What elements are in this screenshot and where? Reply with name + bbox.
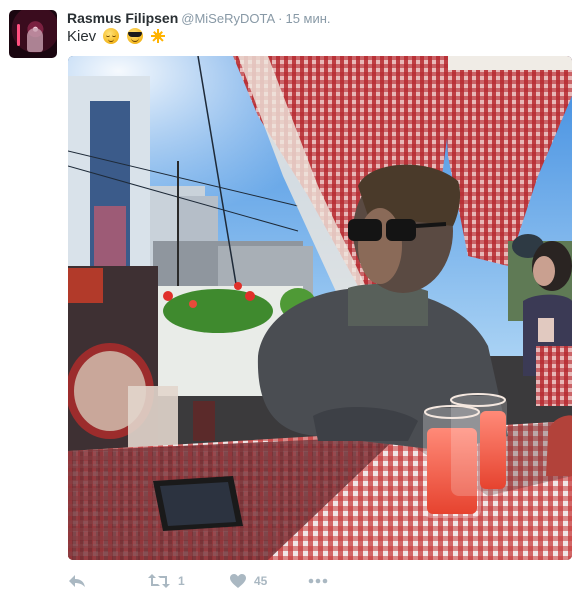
avatar-figure [27, 28, 43, 52]
relieved-face-emoji [103, 28, 120, 44]
avatar[interactable] [9, 10, 57, 58]
like-button[interactable]: 45 [230, 570, 267, 592]
tweet-photo[interactable] [68, 56, 572, 560]
retweet-icon [148, 574, 170, 588]
tweet-timestamp[interactable]: 15 мин. [285, 11, 330, 26]
reply-icon [69, 575, 85, 587]
retweet-button[interactable]: 1 [148, 570, 185, 592]
header-separator: · [278, 11, 283, 26]
smiling-face-with-sunglasses-emoji [126, 28, 143, 44]
avatar-light [17, 24, 20, 46]
user-fullname[interactable]: Rasmus Filipsen [67, 10, 178, 26]
more-options-button[interactable] [308, 570, 328, 592]
tweet: Rasmus Filipsen @MiSeRyDOTA · 15 мин. Kiev [0, 0, 584, 601]
tweet-header: Rasmus Filipsen @MiSeRyDOTA · 15 мин. [67, 9, 331, 27]
sun-emoji [149, 28, 166, 44]
retweet-count: 1 [178, 574, 185, 588]
tweet-actions: 1 45 [68, 570, 368, 592]
cafe-photo [68, 56, 572, 560]
heart-icon [230, 573, 246, 588]
reply-button[interactable] [68, 570, 86, 592]
like-count: 45 [254, 574, 268, 588]
tweet-text: Kiev [67, 27, 166, 47]
tweet-text-content: Kiev [67, 28, 97, 45]
user-handle[interactable]: @MiSeRyDOTA [181, 11, 275, 26]
more-options-icon [308, 578, 328, 584]
